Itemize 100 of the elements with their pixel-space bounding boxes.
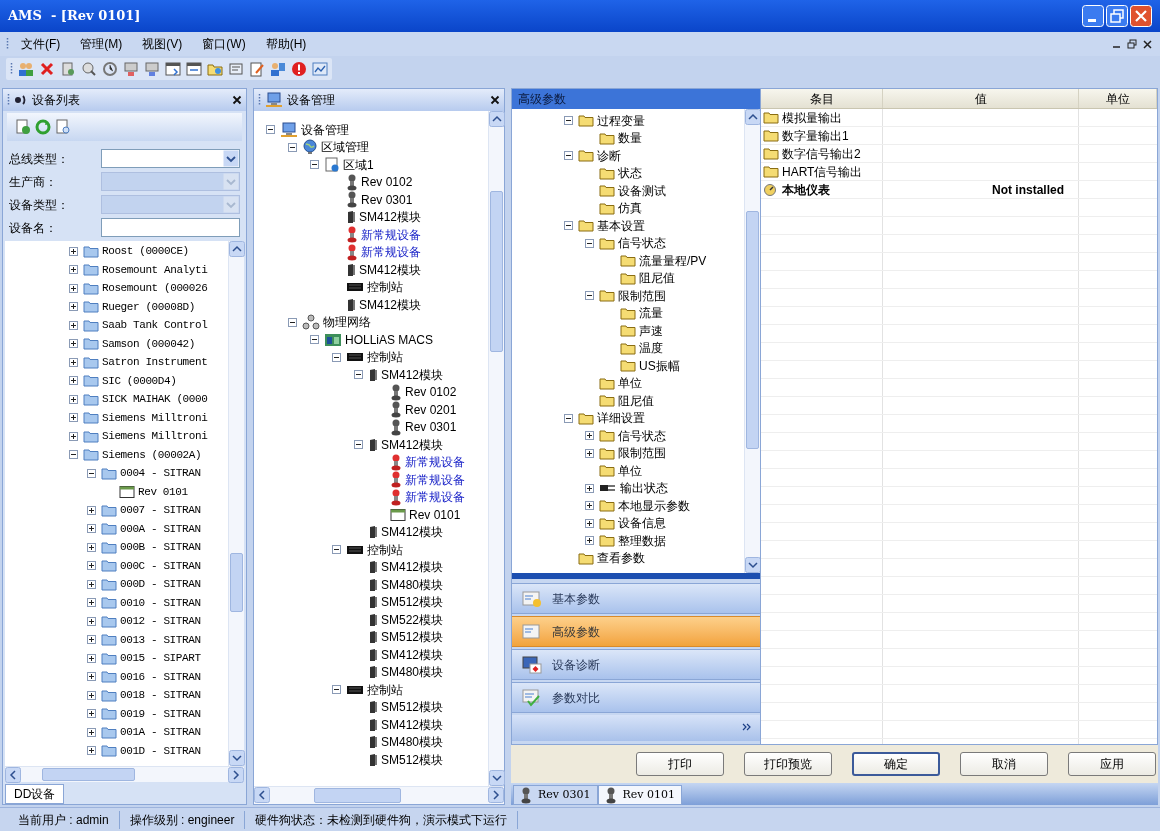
- tree-item[interactable]: 0016 - SITRAN: [120, 668, 201, 685]
- button[interactable]: 打印: [636, 752, 724, 776]
- tree-item[interactable]: SM512模块: [381, 750, 444, 769]
- collapse-icon[interactable]: [564, 151, 573, 161]
- scroll-down-icon[interactable]: [229, 750, 245, 766]
- scrollbar[interactable]: [488, 111, 504, 786]
- scroll-thumb[interactable]: [746, 211, 759, 449]
- expand-icon[interactable]: [585, 518, 594, 528]
- expand-icon[interactable]: [87, 727, 96, 737]
- nav-button[interactable]: 参数对比: [512, 682, 760, 713]
- tree-item[interactable]: 单位: [618, 374, 642, 393]
- tree-item[interactable]: SM412模块: [381, 523, 444, 542]
- expand-icon[interactable]: [585, 431, 594, 441]
- tree-item[interactable]: Rosemount (000026: [102, 280, 208, 297]
- scroll-thumb[interactable]: [230, 552, 243, 612]
- menu-item[interactable]: 窗口(W): [194, 34, 254, 54]
- tree-item[interactable]: 控制站: [367, 540, 403, 559]
- expand-icon[interactable]: [69, 283, 78, 293]
- tree-item[interactable]: 信号状态: [618, 234, 666, 253]
- users-icon[interactable]: [18, 61, 34, 77]
- tree-item[interactable]: 限制范围: [618, 444, 666, 463]
- tree-item[interactable]: 过程变量: [597, 111, 645, 130]
- tree-item[interactable]: SM480模块: [381, 733, 444, 752]
- tree-item[interactable]: 001A - SITRAN: [120, 724, 201, 741]
- tree-item[interactable]: Roost (0000CE): [102, 243, 189, 260]
- nav-button[interactable]: 基本参数: [512, 583, 760, 614]
- tree-item[interactable]: SIC (0000D4): [102, 372, 177, 389]
- tree-item[interactable]: SM512模块: [381, 628, 444, 647]
- scroll-up-icon[interactable]: [229, 241, 245, 257]
- tree-item[interactable]: 新常规设备: [361, 243, 421, 262]
- tree-item[interactable]: 温度: [639, 339, 663, 358]
- menu-item[interactable]: 管理(M): [72, 34, 131, 54]
- alert-icon[interactable]: [291, 61, 307, 77]
- folder-icon[interactable]: [207, 61, 223, 77]
- restore-icon[interactable]: [1106, 5, 1128, 27]
- search-icon[interactable]: [81, 61, 97, 77]
- tree-item[interactable]: 状态: [618, 164, 642, 183]
- expand-icon[interactable]: [87, 653, 96, 663]
- tree-item[interactable]: 输出状态: [620, 479, 668, 498]
- tree-item[interactable]: 0019 - SITRAN: [120, 705, 201, 722]
- tree-item[interactable]: 流量量程/PV: [639, 251, 707, 270]
- tree-item[interactable]: SM412模块: [381, 645, 444, 664]
- scrollbar[interactable]: [5, 766, 244, 782]
- tree-item[interactable]: 0007 - SITRAN: [120, 502, 201, 519]
- tree-item[interactable]: 001D - SITRAN: [120, 742, 201, 759]
- button[interactable]: 打印预览: [744, 752, 832, 776]
- tree-item[interactable]: 区域管理: [321, 138, 369, 157]
- tab[interactable]: DD设备: [5, 784, 65, 804]
- scroll-up-icon[interactable]: [489, 111, 505, 127]
- expand-icon[interactable]: [87, 616, 96, 626]
- tree-item[interactable]: 诊断: [597, 146, 621, 165]
- scroll-thumb[interactable]: [490, 191, 503, 353]
- expand-icon[interactable]: [87, 690, 96, 700]
- tree-item[interactable]: Rev 0301: [405, 418, 457, 437]
- close-icon[interactable]: [490, 95, 500, 105]
- tree-item[interactable]: 整理数据: [618, 531, 666, 550]
- tree-item[interactable]: 信号状态: [618, 426, 666, 445]
- tree-item[interactable]: SM512模块: [381, 698, 444, 717]
- tree-item[interactable]: 0004 - SITRAN: [120, 465, 201, 482]
- scroll-left-icon[interactable]: [5, 767, 21, 783]
- scroll-down-icon[interactable]: [745, 557, 761, 573]
- chart-icon[interactable]: [312, 61, 328, 77]
- tree-item[interactable]: 新常规设备: [405, 488, 465, 507]
- expand-icon[interactable]: [87, 672, 96, 682]
- clock-icon[interactable]: [102, 61, 118, 77]
- tree-item[interactable]: SM412模块: [359, 295, 422, 314]
- tree-item[interactable]: 声速: [639, 321, 663, 340]
- tree-item[interactable]: Rev 0201: [405, 400, 457, 419]
- tree-item[interactable]: 阻尼值: [618, 391, 654, 410]
- tree-item[interactable]: Rev 0301: [361, 190, 413, 209]
- expand-icon[interactable]: [585, 536, 594, 546]
- tree-item[interactable]: Rev 0101: [409, 505, 461, 524]
- expand-icon[interactable]: [87, 746, 96, 756]
- tree-item[interactable]: 单位: [618, 461, 642, 480]
- tree-item[interactable]: 000B - SITRAN: [120, 539, 201, 556]
- scroll-left-icon[interactable]: [254, 787, 270, 803]
- expand-icon[interactable]: [87, 561, 96, 571]
- button[interactable]: 应用: [1068, 752, 1156, 776]
- document-search-icon[interactable]: [55, 119, 71, 135]
- collapse-icon[interactable]: [354, 370, 363, 380]
- collapse-icon[interactable]: [564, 221, 573, 231]
- column-header[interactable]: 值: [883, 89, 1079, 108]
- minimize-icon[interactable]: [1082, 5, 1104, 27]
- collapse-icon[interactable]: [310, 335, 319, 345]
- expand-icon[interactable]: [87, 709, 96, 719]
- new-document-icon[interactable]: [15, 119, 31, 135]
- tree-item[interactable]: 0010 - SITRAN: [120, 594, 201, 611]
- collapse-icon[interactable]: [585, 291, 594, 301]
- tree-item[interactable]: 流量: [639, 304, 663, 323]
- collapse-icon[interactable]: [288, 317, 297, 327]
- tree-item[interactable]: 区域1: [343, 155, 374, 174]
- scroll-right-icon[interactable]: [228, 767, 244, 783]
- device-icon[interactable]: [60, 61, 76, 77]
- monitor-icon[interactable]: [123, 61, 139, 77]
- tree-item[interactable]: 数量: [618, 129, 642, 148]
- tree-item[interactable]: 0015 - SIPART: [120, 650, 201, 667]
- tree-item[interactable]: 物理网络: [323, 313, 371, 332]
- tree-item[interactable]: SM412模块: [359, 260, 422, 279]
- scroll-up-icon[interactable]: [745, 109, 761, 125]
- tree-item[interactable]: 基本设置: [597, 216, 645, 235]
